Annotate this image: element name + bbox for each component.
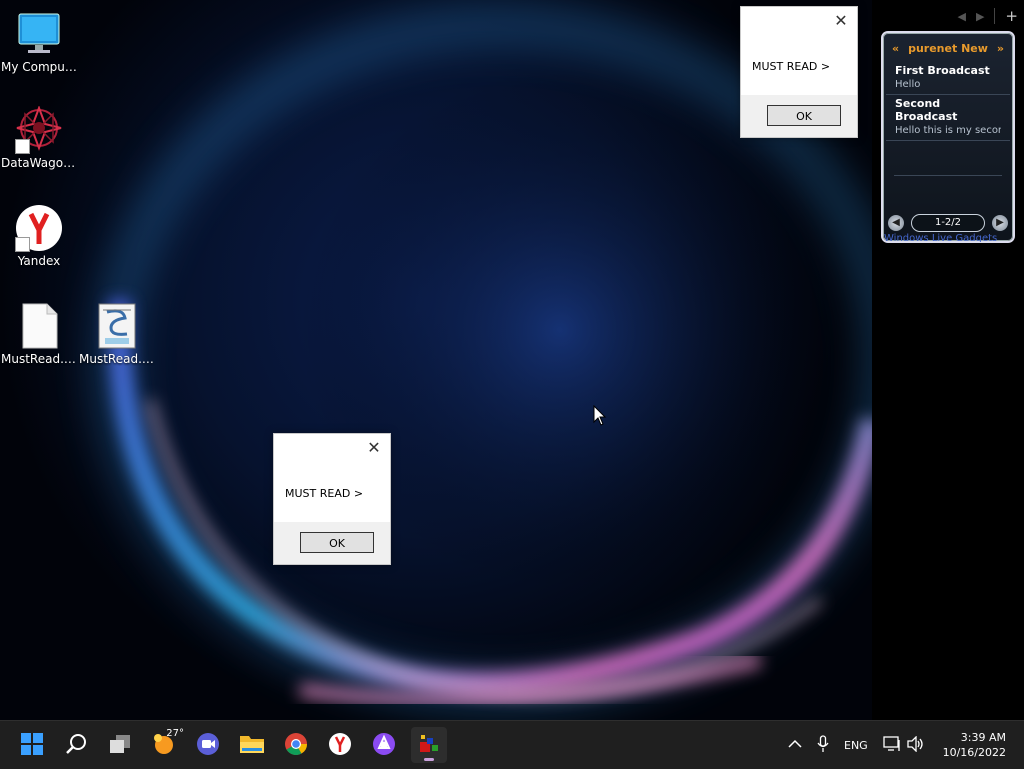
gadget-prev-icon[interactable]: «	[892, 42, 899, 55]
alice-assistant-icon	[372, 732, 396, 759]
gadget-title[interactable]: purenet New	[908, 42, 988, 55]
windows-start-icon	[20, 732, 44, 759]
dialog-footer: OK	[741, 95, 857, 137]
chrome-button[interactable]	[278, 727, 314, 763]
gadget-caption[interactable]: Windows Live Gadgets	[884, 232, 1012, 242]
pager-next-icon[interactable]: ▶	[992, 215, 1008, 231]
sidebar-controls: ◀ ▶ +	[957, 6, 1018, 26]
desktop: ◀ ▶ + My Computer DataWagon... Yandex Mu…	[0, 0, 1024, 720]
purenet-news-gadget: « purenet New » First Broadcast Hello Se…	[883, 33, 1013, 241]
taskbar-clock[interactable]: 3:39 AM 10/16/2022	[943, 730, 1006, 760]
yandex-button[interactable]	[322, 727, 358, 763]
dialog-message: MUST READ >	[752, 60, 831, 73]
desktop-icon-label: My Computer	[1, 60, 77, 74]
broadcast-title: Second Broadcast	[895, 97, 958, 123]
start-button[interactable]	[14, 727, 50, 763]
ok-button[interactable]: OK	[300, 532, 374, 553]
broadcast-item[interactable]: First Broadcast Hello	[886, 62, 1010, 95]
ok-button[interactable]: OK	[767, 105, 841, 126]
desktop-icon-label: Yandex	[17, 254, 61, 268]
search-icon	[64, 732, 88, 759]
gadgets-app-icon	[417, 732, 441, 759]
meet-button[interactable]	[190, 727, 226, 763]
vbs-script-icon	[93, 302, 141, 350]
pager-prev-icon[interactable]: ◀	[888, 215, 904, 231]
file-explorer-button[interactable]	[234, 727, 270, 763]
gadget-header: « purenet New »	[884, 34, 1012, 62]
datawagon-icon	[15, 105, 63, 154]
clock-date: 10/16/2022	[942, 746, 1006, 759]
desktop-icon-mustread-v[interactable]: MustRead.v...	[1, 302, 77, 366]
desktop-icon-label: MustRead.v...	[1, 352, 77, 366]
blank-file-icon	[15, 302, 63, 350]
broadcast-body: Hello this is my second	[895, 125, 1001, 136]
close-icon[interactable]: ✕	[366, 440, 382, 456]
sidebar-separator	[994, 8, 996, 24]
desktop-icon-label: DataWagon...	[1, 156, 77, 170]
broadcast-empty-slot	[894, 141, 1002, 176]
weather-temperature: 27°	[166, 728, 184, 739]
shortcut-arrow-icon	[15, 139, 30, 154]
dialog-footer: OK	[274, 522, 390, 564]
show-hidden-icons-icon[interactable]	[786, 738, 804, 752]
active-app-indicator	[424, 758, 434, 761]
desktop-icon-label: MustRead.vbs	[79, 352, 155, 366]
microphone-icon[interactable]	[814, 734, 832, 756]
broadcast-item[interactable]: Second Broadcast Hello this is my second	[886, 95, 1010, 141]
clock-time: 3:39 AM	[960, 731, 1006, 744]
yandex-browser-icon	[15, 204, 63, 252]
task-view-button[interactable]	[102, 727, 138, 763]
chrome-icon	[284, 732, 308, 759]
computer-monitor-icon	[15, 10, 63, 58]
must-read-dialog-top: ✕ MUST READ > OK	[740, 6, 858, 138]
taskbar: 27° ENG 3:39 AM 10/16/2022	[0, 720, 1024, 769]
add-gadget-icon[interactable]: +	[1005, 7, 1018, 25]
desktop-icon-yandex[interactable]: Yandex	[1, 204, 77, 268]
must-read-dialog-center: ✕ MUST READ > OK	[273, 433, 391, 565]
sidebar-prev-icon[interactable]: ◀	[957, 10, 965, 23]
folder-icon	[239, 732, 265, 759]
desktop-icon-my-computer[interactable]: My Computer	[1, 10, 77, 74]
yandex-browser-icon	[328, 732, 352, 759]
dialog-message: MUST READ >	[285, 487, 364, 500]
alice-button[interactable]	[366, 727, 402, 763]
desktop-icon-datawagon[interactable]: DataWagon...	[1, 105, 77, 170]
weather-button[interactable]: 27°	[146, 727, 184, 763]
desktop-icon-mustread-vbs[interactable]: MustRead.vbs	[79, 302, 155, 366]
gadgets-app-button[interactable]	[411, 727, 447, 763]
broadcast-body: Hello	[895, 79, 921, 90]
task-view-icon	[108, 732, 132, 759]
volume-icon[interactable]	[906, 734, 926, 755]
mouse-cursor-icon	[593, 404, 607, 430]
shortcut-arrow-icon	[15, 237, 30, 252]
gadget-pager: ◀ 1-2/2 ▶	[888, 214, 1008, 232]
close-icon[interactable]: ✕	[833, 13, 849, 29]
language-indicator[interactable]: ENG	[844, 739, 868, 752]
gadget-next-icon[interactable]: »	[997, 42, 1004, 55]
network-icon[interactable]	[882, 735, 902, 755]
sidebar-next-icon[interactable]: ▶	[976, 10, 984, 23]
broadcast-title: First Broadcast	[895, 64, 990, 77]
search-button[interactable]	[58, 727, 94, 763]
pager-label: 1-2/2	[911, 214, 985, 232]
system-tray: ENG	[786, 721, 926, 769]
video-call-icon	[196, 732, 220, 759]
